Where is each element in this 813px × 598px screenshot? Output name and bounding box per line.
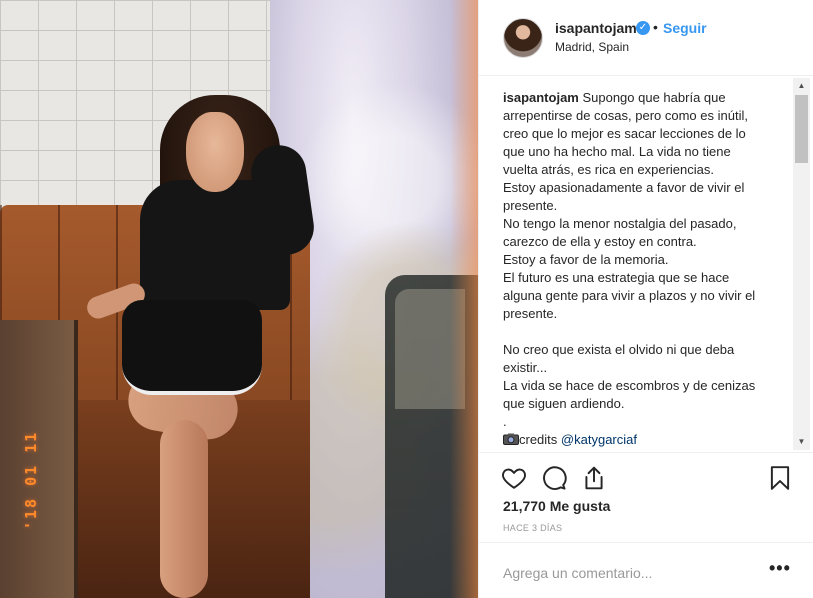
caption-username[interactable]: isapantojam	[503, 90, 579, 105]
location-link[interactable]: Madrid, Spain	[555, 40, 629, 54]
light-leak	[450, 0, 478, 598]
caption-scrollbar[interactable]: ▲ ▼	[793, 78, 810, 450]
caption-area[interactable]: isapantojam Supongo que habría que arrep…	[479, 76, 813, 452]
scroll-thumb[interactable]	[795, 95, 808, 163]
credits-label: credits	[519, 432, 558, 447]
heart-icon[interactable]	[501, 465, 527, 491]
action-bar	[479, 452, 813, 502]
person-face	[186, 112, 244, 192]
post-header: isapantojam ✓ • Seguir Madrid, Spain	[479, 0, 813, 76]
camera-emoji-icon	[503, 433, 519, 445]
follow-button[interactable]: Seguir	[663, 20, 707, 36]
post-side-panel: isapantojam ✓ • Seguir Madrid, Spain isa…	[478, 0, 813, 598]
person-leg	[160, 420, 208, 598]
credits-handle-link[interactable]: @katygarciaf	[561, 432, 637, 447]
credits-line: credits @katygarciaf	[503, 431, 767, 449]
caption-text: Supongo que habría que arrepentirse de c…	[503, 90, 756, 429]
caption: isapantojam Supongo que habría que arrep…	[503, 89, 767, 449]
bookmark-icon[interactable]	[767, 465, 793, 491]
verified-badge-icon: ✓	[636, 21, 650, 35]
comment-input[interactable]	[503, 563, 753, 583]
share-upload-icon[interactable]	[581, 465, 607, 491]
avatar[interactable]	[503, 18, 543, 58]
separator-dot: •	[653, 19, 658, 35]
comment-section: •••	[479, 542, 813, 598]
likes-count[interactable]: 21,770 Me gusta	[503, 498, 610, 514]
person-shorts	[122, 300, 262, 395]
username-link[interactable]: isapantojam	[555, 20, 637, 36]
comment-bubble-icon[interactable]	[541, 465, 567, 491]
photo-date-stamp: '18 01 11	[22, 430, 40, 530]
post-photo[interactable]: '18 01 11	[0, 0, 478, 598]
scroll-down-arrow-icon[interactable]: ▼	[793, 434, 810, 450]
more-options-icon[interactable]: •••	[769, 558, 791, 579]
scroll-up-arrow-icon[interactable]: ▲	[793, 78, 810, 94]
post-time-ago[interactable]: HACE 3 DÍAS	[503, 523, 562, 533]
